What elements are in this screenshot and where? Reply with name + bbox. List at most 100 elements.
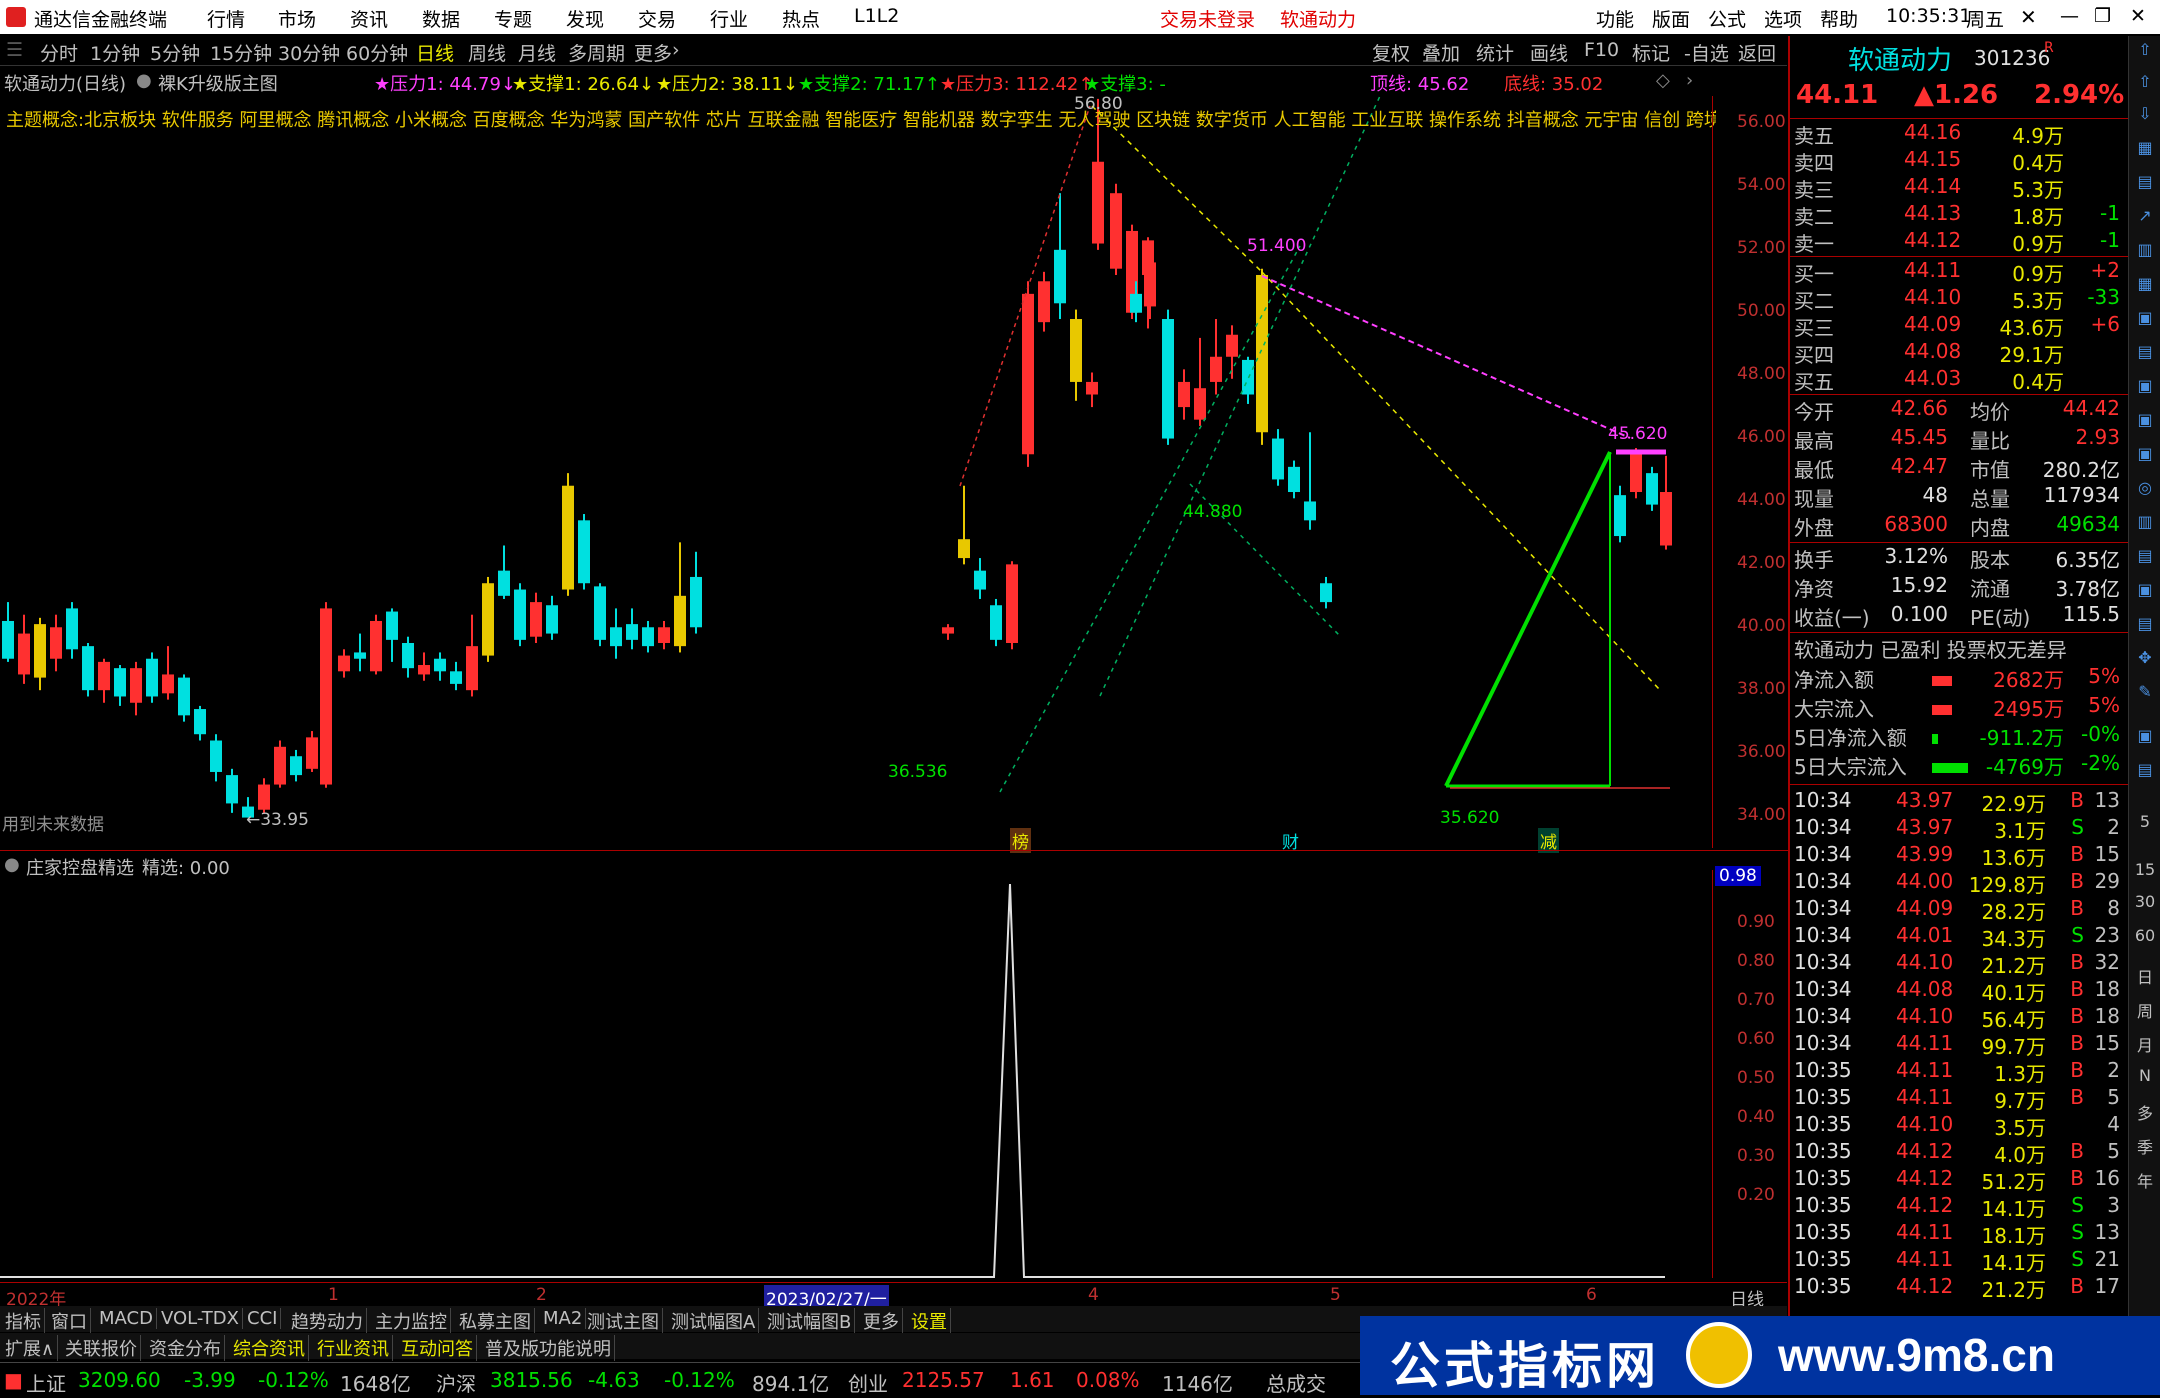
tool-zixuan[interactable]: -自选 [1684,39,1729,66]
minimize-icon[interactable]: — [2060,5,2079,27]
menu-zhuanti[interactable]: 专题 [494,5,532,32]
chart-icon[interactable]: ▦ [2132,138,2158,162]
login-status[interactable]: 交易未登录 [1160,5,1255,32]
sh-label[interactable]: 上证 [26,1368,66,1397]
arrow-up-icon[interactable]: ⇧ [2132,72,2158,96]
period-monthly[interactable]: 月线 [518,39,556,66]
menu-hangqing[interactable]: 行情 [207,5,245,32]
tab-zijin[interactable]: 资金分布 [146,1335,225,1361]
period-yue-tool[interactable]: 月 [2132,1032,2158,1056]
tool-f10[interactable]: F10 [1584,39,1619,61]
template-icon[interactable]: ● [136,70,152,91]
chart-template[interactable]: 裸K升级版主图 [158,70,278,96]
menu-jiaoyi[interactable]: 交易 [638,5,676,32]
period-nian-tool[interactable]: 年 [2132,1168,2158,1192]
tab-ceshi-zhutu[interactable]: 测试主图 [584,1308,663,1334]
tab-cci[interactable]: CCI [244,1308,282,1329]
tab-hudong[interactable]: 互动问答 [398,1335,477,1361]
tool-huaxian[interactable]: 画线 [1530,39,1568,66]
period-5min[interactable]: 5分钟 [150,39,200,66]
tab-qushi[interactable]: 趋势动力 [288,1308,367,1334]
close-window-icon[interactable]: ✕ [2130,5,2146,27]
trend-icon[interactable]: ↗ [2132,206,2158,230]
menu-zixun[interactable]: 资讯 [350,5,388,32]
tab-ma2[interactable]: MA2 [540,1308,587,1329]
grid-icon[interactable]: ▦ [2132,274,2158,298]
formula-icon[interactable]: ▤ [2132,546,2158,570]
chevron-right-icon[interactable]: › [672,39,680,61]
f10-icon[interactable]: ▣ [2132,308,2158,332]
tab-guanlian[interactable]: 关联报价 [62,1335,141,1361]
tab-macd[interactable]: MACD [96,1308,157,1329]
panel-icon[interactable]: ▣ [2132,376,2158,400]
close-icon[interactable]: ✕ [2020,5,2037,29]
tool-fanhui[interactable]: 返回 [1738,39,1776,66]
menu-xuanxiang[interactable]: 选项 [1764,5,1802,32]
period-ri-tool[interactable]: 日 [2132,964,2158,988]
restore-icon[interactable]: ❐ [2094,5,2111,27]
period-30min[interactable]: 30分钟 [278,39,340,66]
table-icon[interactable]: ▤ [2132,172,2158,196]
period-duo-tool[interactable]: 多 [2132,1100,2158,1124]
f2-icon[interactable]: ▣ [2132,410,2158,434]
menu-bangzhu[interactable]: 帮助 [1820,5,1858,32]
tab-ceshi-b[interactable]: 测试幅图B [764,1308,856,1334]
period-60min[interactable]: 60分钟 [346,39,408,66]
link-icon[interactable]: ▣ [2132,444,2158,468]
hs-label[interactable]: 沪深 [436,1368,476,1397]
period-1min[interactable]: 1分钟 [90,39,140,66]
chevron-right-small-icon[interactable]: › [1686,70,1693,91]
tab-simu[interactable]: 私募主图 [456,1308,535,1334]
menu-hangye[interactable]: 行业 [710,5,748,32]
period-5-tool[interactable]: 5 [2132,812,2158,836]
menu-shuju[interactable]: 数据 [422,5,460,32]
tab-hangye[interactable]: 行业资讯 [314,1335,393,1361]
tab-more[interactable]: 更多 [860,1308,903,1334]
tool-fuquan[interactable]: 复权 [1372,39,1410,66]
period-daily[interactable]: 日线 [416,39,454,66]
f5-icon[interactable]: ▣ [2132,726,2158,750]
period-15min[interactable]: 15分钟 [210,39,272,66]
diamond-icon[interactable]: ◇ [1656,70,1670,91]
tab-puji[interactable]: 普及版功能说明 [482,1335,615,1361]
tab-chuangkou[interactable]: 窗口 [48,1308,91,1334]
arrow-up-icon[interactable]: ⇧ [2132,40,2158,64]
period-15-tool[interactable]: 15 [2132,860,2158,884]
bar-chart-icon[interactable]: ▥ [2132,240,2158,264]
menu-gongneng[interactable]: 功能 [1596,5,1634,32]
tab-ceshi-a[interactable]: 测试幅图A [668,1308,760,1334]
kline-chart[interactable] [0,96,1710,848]
cy-label[interactable]: 创业 [848,1368,888,1397]
doc-icon[interactable]: ▤ [2132,614,2158,638]
tab-settings[interactable]: 设置 [908,1308,951,1334]
tab-zhibiao[interactable]: 指标 [2,1308,45,1334]
refresh-icon[interactable]: ◎ [2132,478,2158,502]
chart-line-icon[interactable]: ▥ [2132,512,2158,536]
period-fenshi[interactable]: 分时 [40,39,78,66]
menu-icon[interactable]: ☰ [6,39,23,61]
sub-indicator-chart[interactable] [0,870,1710,1278]
menu-gongshi[interactable]: 公式 [1708,5,1746,32]
tab-zonghe[interactable]: 综合资讯 [230,1335,309,1361]
menu-redian[interactable]: 热点 [782,5,820,32]
arrow-down-icon[interactable]: ⇩ [2132,104,2158,128]
period-more[interactable]: 更多 [634,39,672,66]
menu-l1l2[interactable]: L1L2 [854,5,899,27]
period-30-tool[interactable]: 30 [2132,892,2158,916]
period-n-tool[interactable]: N [2132,1066,2158,1090]
list-alt-icon[interactable]: ▤ [2132,760,2158,784]
tab-zhuli[interactable]: 主力监控 [372,1308,451,1334]
period-weekly[interactable]: 周线 [468,39,506,66]
tool-biaoji[interactable]: 标记 [1632,39,1670,66]
menu-shichang[interactable]: 市场 [278,5,316,32]
move-icon[interactable]: ✥ [2132,648,2158,672]
menu-banmian[interactable]: 版面 [1652,5,1690,32]
tool-diejia[interactable]: 叠加 [1422,39,1460,66]
pen-icon[interactable]: ✎ [2132,682,2158,706]
period-zhou-tool[interactable]: 周 [2132,998,2158,1022]
list-icon[interactable]: ▤ [2132,342,2158,366]
menu-faxian[interactable]: 发现 [566,5,604,32]
period-multi[interactable]: 多周期 [568,39,625,66]
tab-expand[interactable]: 扩展∧ [2,1335,59,1361]
tab-vol-tdx[interactable]: VOL-TDX [158,1308,243,1329]
